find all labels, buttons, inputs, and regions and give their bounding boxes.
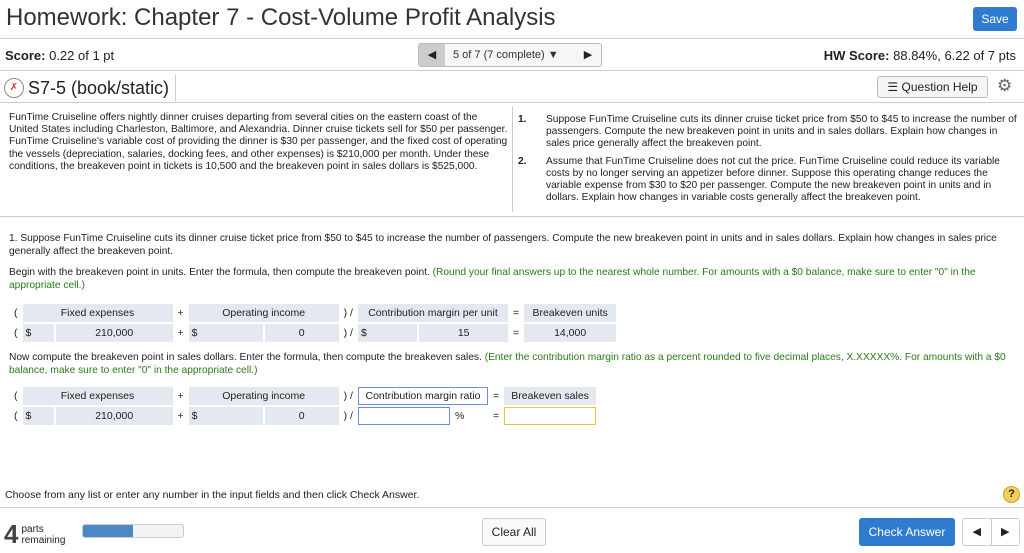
score: Score: 0.22 of 1 pt bbox=[5, 48, 114, 63]
paren: ( bbox=[14, 390, 18, 402]
hw-score-label: HW Score: bbox=[823, 48, 890, 63]
divider bbox=[512, 106, 513, 212]
hw-score-value: 88.84%, 6.22 of 7 pts bbox=[893, 48, 1016, 63]
requirement-item: 1. Suppose FunTime Cruiseline cuts its di… bbox=[518, 114, 1018, 151]
prev-question-button[interactable]: ◀ bbox=[419, 44, 445, 66]
operating-income-field[interactable]: 0 bbox=[264, 324, 339, 342]
divide: ) / bbox=[343, 390, 353, 402]
header-fixed-expenses: Fixed expenses bbox=[22, 304, 173, 322]
parts-remaining: 4 parts remaining bbox=[4, 519, 65, 550]
equals: = bbox=[492, 410, 500, 422]
paren: ( bbox=[14, 410, 18, 422]
item-text: Assume that FunTime Cruiseline does not … bbox=[546, 155, 1000, 204]
divider bbox=[0, 70, 1024, 71]
part-1-question: 1. Suppose FunTime Cruiseline cuts its d… bbox=[9, 233, 997, 257]
units-instructions: Begin with the breakeven point in units.… bbox=[9, 267, 1014, 292]
plus: + bbox=[177, 327, 184, 339]
dollar: $ bbox=[188, 324, 263, 342]
header-cm-ratio-select[interactable]: Contribution margin ratio bbox=[357, 387, 488, 405]
plus: + bbox=[177, 307, 184, 319]
dollar: $ bbox=[188, 407, 263, 425]
divider bbox=[0, 216, 1024, 217]
progress-fill bbox=[83, 525, 133, 537]
prev-part-button[interactable]: ◀ bbox=[963, 519, 992, 545]
next-part-button[interactable]: ▶ bbox=[992, 519, 1020, 545]
parts-label-1: parts bbox=[21, 523, 44, 535]
units-instruction-text: Begin with the breakeven point in units.… bbox=[9, 267, 430, 278]
item-number: 2. bbox=[518, 155, 527, 167]
part-navigator: ◀ ▶ bbox=[962, 518, 1020, 546]
question-select-value: 5 of 7 (7 complete) bbox=[453, 49, 545, 61]
question-id: ✗ S7-5 (book/static) bbox=[4, 75, 177, 101]
check-answer-button[interactable]: Check Answer bbox=[859, 518, 955, 546]
cm-per-unit-field[interactable]: 15 bbox=[419, 324, 508, 342]
paren: ( bbox=[14, 327, 18, 339]
breakeven-units-table: ( Fixed expenses + Operating income ) / Contr… bbox=[9, 302, 618, 344]
dollar: $ bbox=[357, 324, 418, 342]
divider bbox=[0, 38, 1024, 39]
breakeven-sales-table: ( Fixed expenses + Operating income ) / Contr… bbox=[9, 385, 598, 427]
progress-bar bbox=[82, 524, 184, 538]
dollar: $ bbox=[22, 324, 54, 342]
breakeven-units-field[interactable]: 14,000 bbox=[524, 324, 617, 342]
parts-count: 4 bbox=[4, 519, 19, 549]
sales-instructions: Now compute the breakeven point in sales… bbox=[9, 352, 1014, 377]
requirement-item: 2. Assume that FunTime Cruiseline does no… bbox=[518, 156, 1018, 205]
next-question-button[interactable]: ▶ bbox=[575, 44, 601, 66]
question-help-button[interactable]: ☰ Question Help bbox=[877, 76, 988, 98]
partial-credit-icon: ✗ bbox=[4, 78, 24, 98]
instructions-footer: Choose from any list or enter any number… bbox=[5, 489, 420, 501]
divide: ) / bbox=[343, 410, 353, 422]
gear-icon[interactable]: ⚙ bbox=[997, 76, 1012, 96]
score-label: Score: bbox=[5, 48, 46, 63]
divide: ) / bbox=[343, 307, 353, 319]
help-icon[interactable]: ? bbox=[1003, 486, 1020, 503]
cm-ratio-input[interactable] bbox=[357, 407, 450, 425]
parts-label-2: remaining bbox=[21, 534, 66, 546]
paren: ( bbox=[14, 307, 18, 319]
part-1: 1. Suppose FunTime Cruiseline cuts its d… bbox=[9, 233, 1014, 292]
parts-label: parts remaining bbox=[21, 524, 65, 546]
hw-score: HW Score: 88.84%, 6.22 of 7 pts bbox=[824, 48, 1016, 63]
question-navigator: ◀ 5 of 7 (7 complete) ▼ ▶ bbox=[418, 43, 602, 67]
requirements-list: 1. Suppose FunTime Cruiseline cuts its di… bbox=[518, 114, 1018, 209]
fixed-expenses-field[interactable]: 210,000 bbox=[55, 407, 173, 425]
plus: + bbox=[177, 410, 184, 422]
question-select[interactable]: 5 of 7 (7 complete) ▼ bbox=[445, 44, 575, 66]
sales-instruction-text: Now compute the breakeven point in sales… bbox=[9, 352, 482, 363]
divider bbox=[0, 102, 1024, 103]
question-help-label: Question Help bbox=[901, 80, 978, 94]
item-text: Suppose FunTime Cruiseline cuts its dinn… bbox=[546, 114, 1017, 150]
problem-intro: FunTime Cruiseline offers nightly dinner… bbox=[9, 112, 508, 172]
page-title: Homework: Chapter 7 - Cost-Volume Profit… bbox=[6, 4, 556, 31]
question-id-label: S7-5 (book/static) bbox=[28, 77, 170, 98]
breakeven-sales-input[interactable] bbox=[504, 407, 597, 425]
equals: = bbox=[512, 327, 520, 339]
plus: + bbox=[177, 390, 184, 402]
dollar: $ bbox=[22, 407, 54, 425]
divide: ) / bbox=[343, 327, 353, 339]
equals: = bbox=[512, 307, 520, 319]
divider bbox=[0, 507, 1024, 508]
header-operating-income: Operating income bbox=[188, 304, 339, 322]
item-number: 1. bbox=[518, 114, 527, 125]
header-breakeven-units: Breakeven units bbox=[524, 304, 617, 322]
save-button[interactable]: Save bbox=[973, 7, 1017, 31]
operating-income-field[interactable]: 0 bbox=[264, 407, 339, 425]
equals: = bbox=[492, 390, 500, 402]
clear-all-button[interactable]: Clear All bbox=[482, 518, 546, 546]
score-value: 0.22 of 1 pt bbox=[49, 48, 115, 63]
header-operating-income: Operating income bbox=[188, 387, 339, 405]
header-breakeven-sales: Breakeven sales bbox=[504, 387, 597, 405]
header-cm-per-unit: Contribution margin per unit bbox=[357, 304, 508, 322]
header-fixed-expenses: Fixed expenses bbox=[22, 387, 173, 405]
fixed-expenses-field[interactable]: 210,000 bbox=[55, 324, 173, 342]
percent-sign: % bbox=[454, 410, 465, 422]
